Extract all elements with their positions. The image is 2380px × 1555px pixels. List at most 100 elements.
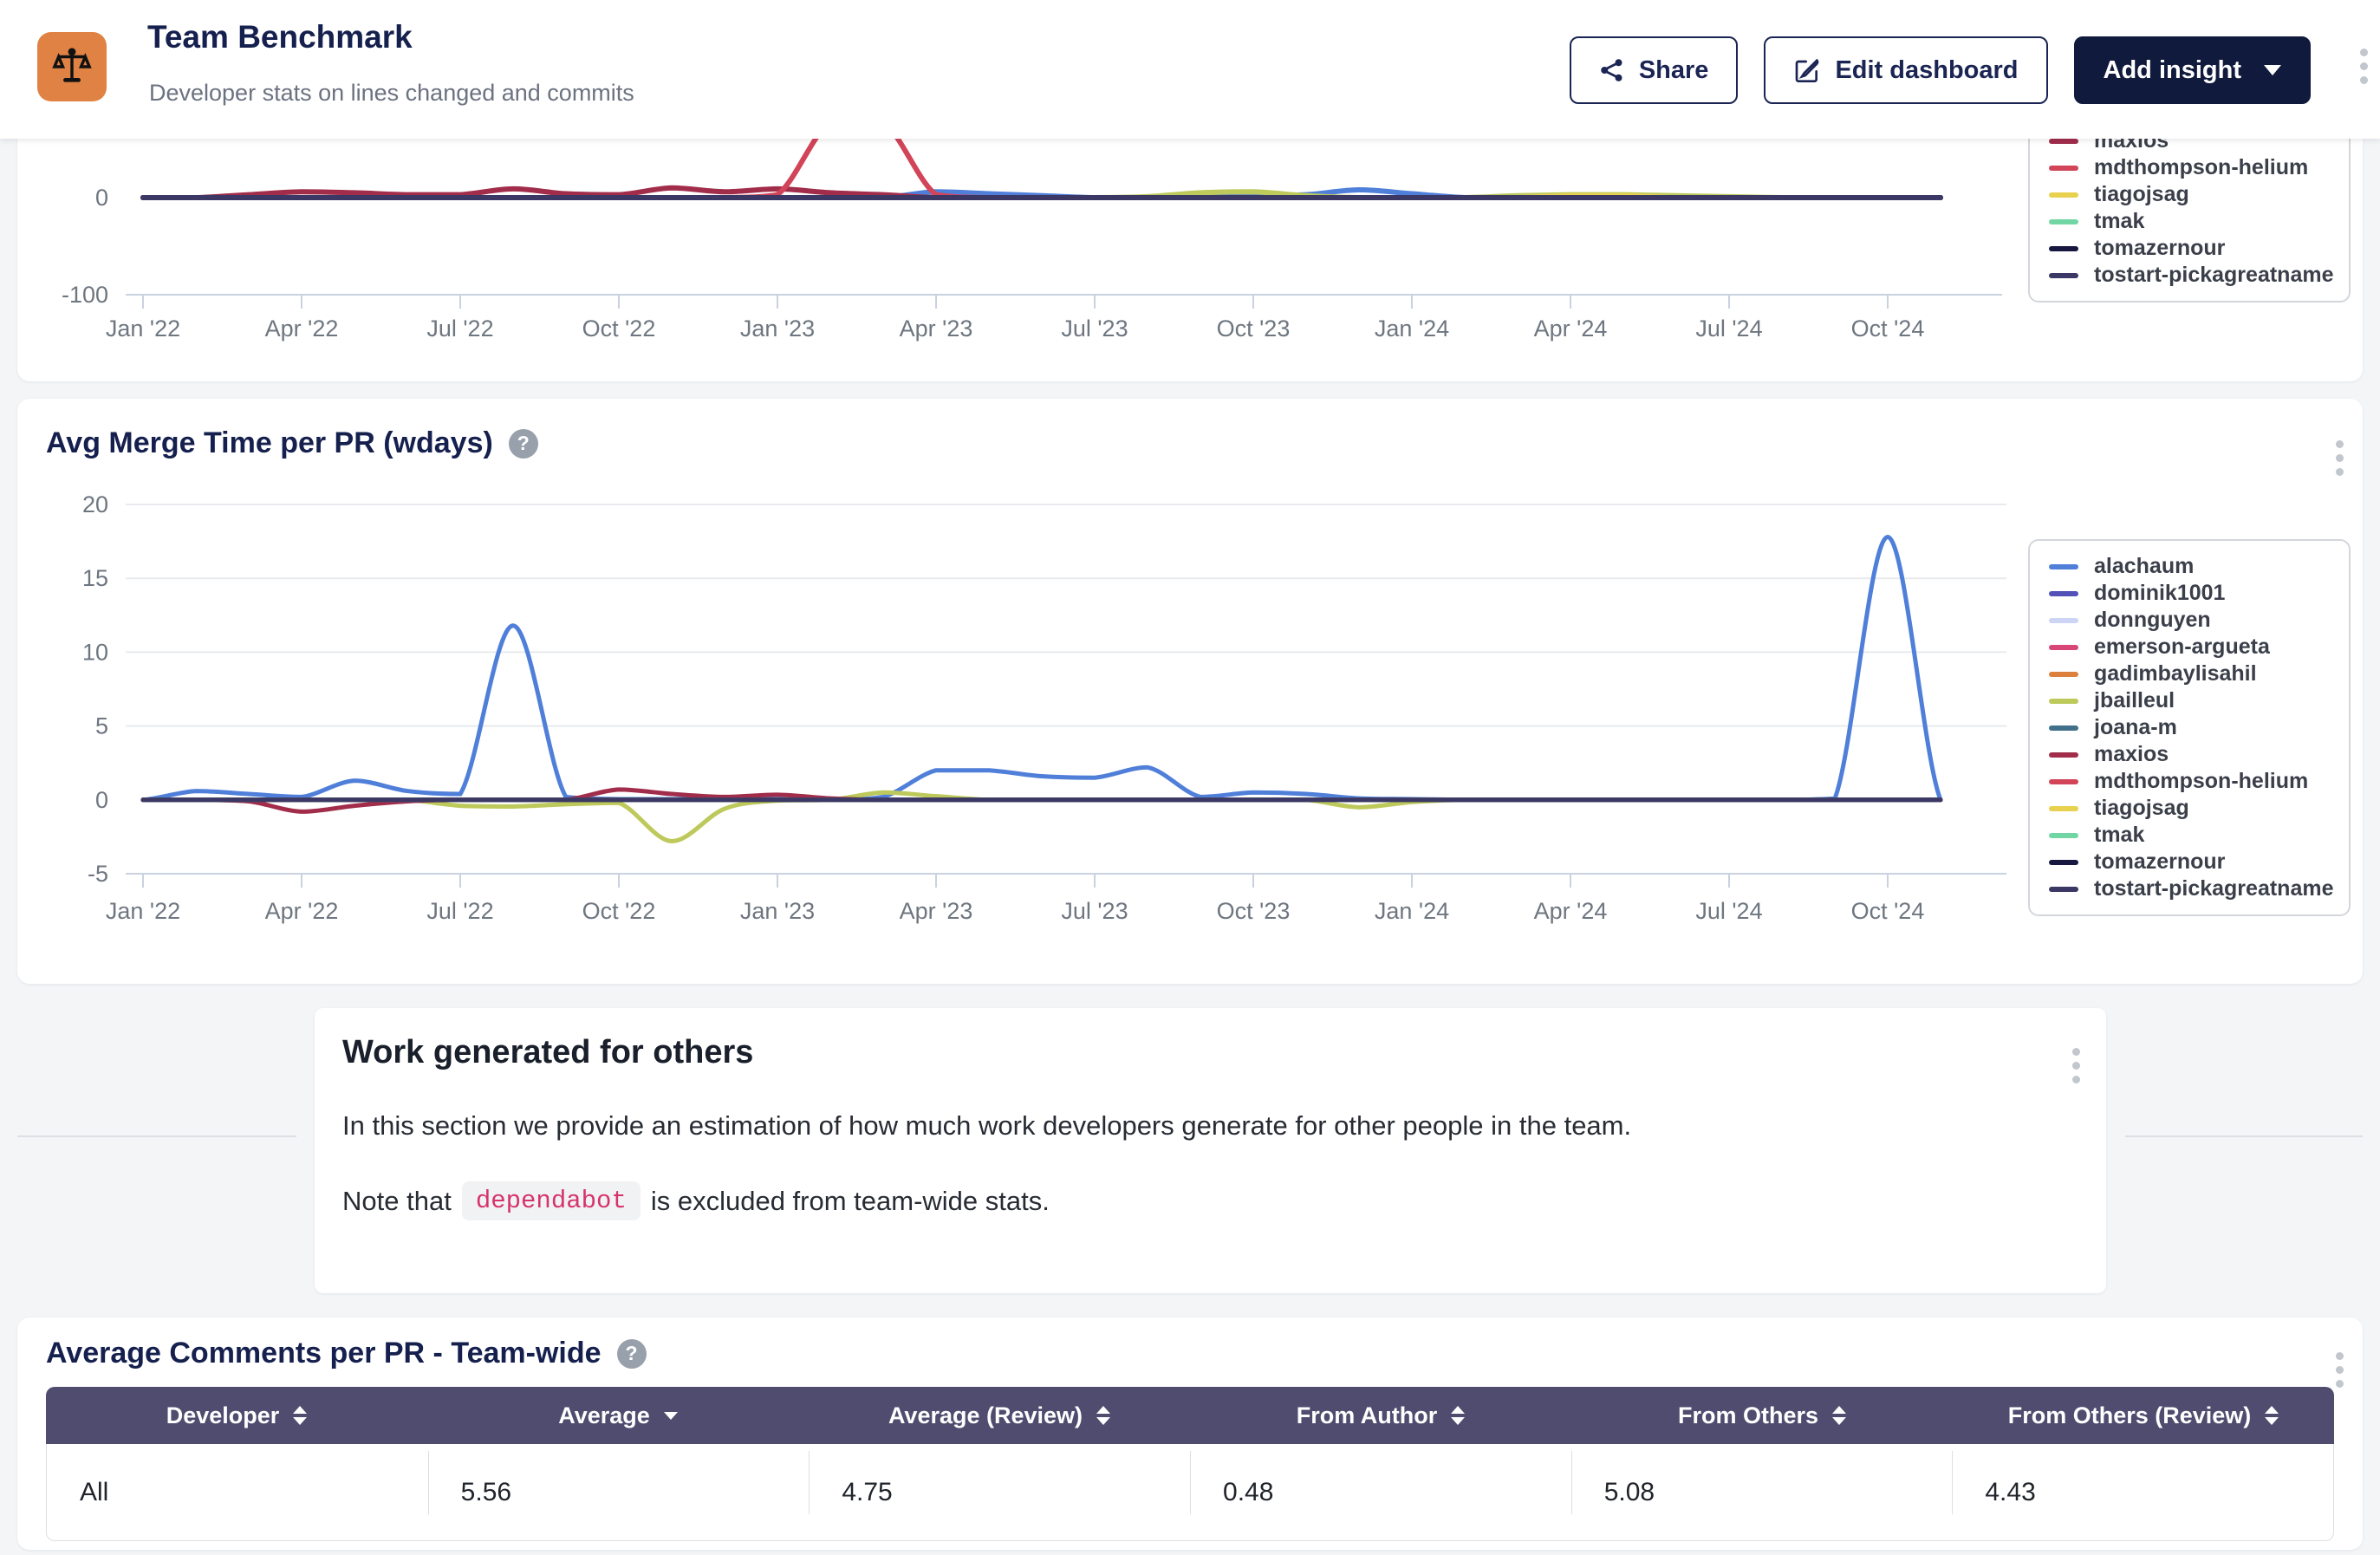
svg-text:Oct '22: Oct '22	[582, 898, 656, 924]
svg-text:Apr '24: Apr '24	[1534, 316, 1608, 342]
app-header: Team Benchmark Developer stats on lines …	[0, 0, 2380, 139]
legend-swatch	[2049, 699, 2078, 704]
card-kebab-menu[interactable]	[2336, 1352, 2344, 1388]
sort-icon	[1096, 1406, 1110, 1425]
svg-text:Oct '23: Oct '23	[1217, 316, 1291, 342]
legend-item-tostart-pickagreatname[interactable]: tostart-pickagreatname	[2049, 875, 2349, 902]
svg-text:Jul '24: Jul '24	[1695, 316, 1762, 342]
legend-item-tomazernour[interactable]: tomazernour	[2049, 849, 2349, 875]
svg-text:Jan '22: Jan '22	[106, 316, 180, 342]
svg-text:Apr '22: Apr '22	[265, 316, 339, 342]
average-comments-title: Average Comments per PR - Team-wide	[46, 1337, 602, 1370]
section-divider	[17, 1135, 296, 1137]
page-title: Team Benchmark	[147, 19, 413, 55]
legend-item-mdthompson-helium[interactable]: mdthompson-helium	[2049, 154, 2349, 181]
svg-text:-5: -5	[88, 861, 108, 887]
legend-label: tiagojsag	[2094, 182, 2189, 207]
legend-item-tiagojsag[interactable]: tiagojsag	[2049, 795, 2349, 822]
svg-text:Oct '22: Oct '22	[582, 316, 656, 342]
column-header-average[interactable]: Average	[427, 1387, 809, 1444]
legend-item-tmak[interactable]: tmak	[2049, 822, 2349, 849]
legend-item-tomazernour[interactable]: tomazernour	[2049, 235, 2349, 262]
card-kebab-menu[interactable]	[2072, 1048, 2080, 1083]
legend-item-maxios[interactable]: maxios	[2049, 139, 2349, 154]
svg-text:-100: -100	[62, 282, 108, 308]
column-header-label: Average	[558, 1402, 650, 1429]
edit-dashboard-button[interactable]: Edit dashboard	[1764, 36, 2047, 104]
table-cell: All	[47, 1444, 428, 1540]
balance-scale-icon	[52, 47, 92, 87]
series-mdthompson-helium	[143, 139, 1941, 198]
share-button[interactable]: Share	[1570, 36, 1739, 104]
avg-merge-time-chart: Jan '22Apr '22Jul '22Oct '22Jan '23Apr '…	[17, 399, 2363, 984]
column-header-label: From Others	[1678, 1402, 1818, 1429]
svg-text:Apr '24: Apr '24	[1534, 898, 1608, 924]
work-generated-description: In this section we provide an estimation…	[342, 1110, 1631, 1142]
legend-swatch	[2049, 564, 2078, 569]
legend-label: jbailleul	[2094, 688, 2175, 713]
header-kebab-menu[interactable]	[2360, 49, 2368, 84]
column-header-average-review-[interactable]: Average (Review)	[809, 1387, 1190, 1444]
table-row: All5.564.750.485.084.43	[46, 1444, 2334, 1541]
legend-label: tostart-pickagreatname	[2094, 263, 2333, 288]
svg-text:Jan '24: Jan '24	[1375, 316, 1449, 342]
legend-label: gadimbaylisahil	[2094, 661, 2257, 686]
legend-item-maxios[interactable]: maxios	[2049, 741, 2349, 768]
legend-label: donnguyen	[2094, 608, 2211, 633]
column-header-label: From Others (Review)	[2008, 1402, 2252, 1429]
legend-item-donnguyen[interactable]: donnguyen	[2049, 607, 2349, 634]
legend-label: tomazernour	[2094, 849, 2225, 875]
share-icon	[1599, 57, 1625, 83]
svg-text:Jul '22: Jul '22	[426, 898, 493, 924]
legend-label: maxios	[2094, 139, 2169, 153]
legend-swatch	[2049, 806, 2078, 811]
chart-legend: alachaumdominik1001donnguyenemerson-argu…	[2028, 539, 2351, 916]
legend-swatch	[2049, 779, 2078, 784]
legend-item-emerson-argueta[interactable]: emerson-argueta	[2049, 634, 2349, 660]
legend-swatch	[2049, 166, 2078, 171]
section-divider	[2125, 1135, 2363, 1137]
legend-item-alachaum[interactable]: alachaum	[2049, 553, 2349, 580]
edit-dashboard-button-label: Edit dashboard	[1835, 56, 2018, 85]
table-cell: 4.75	[809, 1444, 1190, 1540]
avg-merge-time-title: Avg Merge Time per PR (wdays)	[46, 426, 493, 460]
column-header-developer[interactable]: Developer	[46, 1387, 427, 1444]
legend-swatch	[2049, 591, 2078, 596]
legend-swatch	[2049, 672, 2078, 677]
svg-text:Apr '23: Apr '23	[900, 316, 973, 342]
legend-label: emerson-argueta	[2094, 634, 2270, 660]
legend-item-mdthompson-helium[interactable]: mdthompson-helium	[2049, 768, 2349, 795]
table-title-row: Average Comments per PR - Team-wide ?	[46, 1337, 647, 1370]
add-insight-button-label: Add insight	[2104, 56, 2241, 85]
sort-icon	[664, 1412, 678, 1420]
column-header-from-others-review-[interactable]: From Others (Review)	[1953, 1387, 2334, 1444]
svg-text:Apr '22: Apr '22	[265, 898, 339, 924]
column-header-from-others[interactable]: From Others	[1571, 1387, 1953, 1444]
table-header-row: Developer Average Average (Review)From Aut…	[46, 1387, 2334, 1444]
legend-item-tmak[interactable]: tmak	[2049, 208, 2349, 235]
legend-item-tostart-pickagreatname[interactable]: tostart-pickagreatname	[2049, 262, 2349, 289]
legend-swatch	[2049, 219, 2078, 224]
svg-text:10: 10	[82, 639, 108, 665]
work-generated-title: Work generated for others	[342, 1034, 753, 1071]
legend-item-joana-m[interactable]: joana-m	[2049, 714, 2349, 741]
note-suffix: is excluded from team-wide stats.	[651, 1186, 1050, 1217]
legend-item-gadimbaylisahil[interactable]: gadimbaylisahil	[2049, 660, 2349, 687]
add-insight-button[interactable]: Add insight	[2074, 36, 2311, 104]
legend-label: tmak	[2094, 209, 2144, 234]
column-header-from-author[interactable]: From Author	[1190, 1387, 1571, 1444]
help-icon[interactable]: ?	[509, 429, 538, 459]
legend-item-tiagojsag[interactable]: tiagojsag	[2049, 181, 2349, 208]
sort-icon	[293, 1406, 307, 1425]
legend-item-dominik1001[interactable]: dominik1001	[2049, 580, 2349, 607]
legend-swatch	[2049, 752, 2078, 758]
edit-icon	[1793, 56, 1821, 84]
legend-label: tiagojsag	[2094, 796, 2189, 821]
help-icon[interactable]: ?	[617, 1339, 647, 1369]
legend-label: mdthompson-helium	[2094, 769, 2308, 794]
page-subtitle: Developer stats on lines changed and com…	[149, 80, 634, 107]
table-cell: 5.08	[1571, 1444, 1953, 1540]
average-comments-card: Average Comments per PR - Team-wide ? De…	[17, 1318, 2363, 1550]
legend-item-jbailleul[interactable]: jbailleul	[2049, 687, 2349, 714]
card-kebab-menu[interactable]	[2336, 440, 2344, 476]
